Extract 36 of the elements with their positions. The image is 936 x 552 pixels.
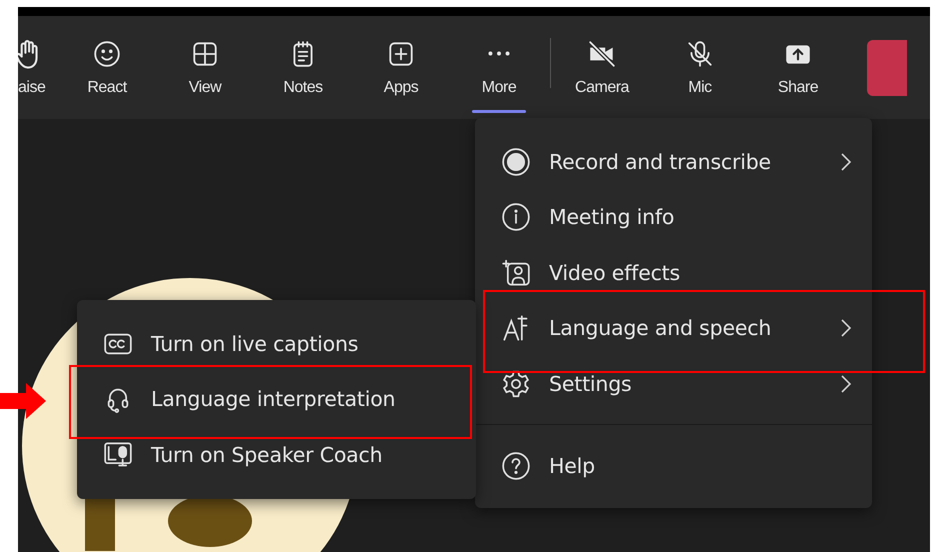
language-icon — [502, 314, 530, 342]
coach-icon — [104, 440, 132, 469]
menu-item-label: Settings — [549, 372, 632, 396]
toolbar-button[interactable]: Notes — [254, 16, 352, 119]
menu-item[interactable]: Meeting info — [475, 190, 872, 245]
menu-item[interactable]: Record and transcribe — [475, 134, 872, 190]
info-icon — [502, 203, 530, 232]
menu-item[interactable]: Help — [475, 438, 872, 494]
menu-item-label: Turn on Speaker Coach — [151, 442, 384, 467]
menu-item-label: Video effects — [549, 260, 682, 285]
menu-item[interactable]: Video effects — [475, 245, 872, 300]
toolbar-button[interactable]: Mic — [651, 16, 749, 119]
help-icon — [502, 452, 530, 480]
more-icon — [488, 50, 510, 56]
arrow-icon — [0, 383, 46, 419]
menu-item-label: Turn on live captions — [151, 332, 360, 356]
menu-item-label: Meeting info — [549, 205, 676, 230]
menu-item[interactable]: Settings — [475, 356, 872, 412]
toolbar-button[interactable]: More — [450, 16, 548, 119]
effects-icon — [502, 258, 530, 287]
toolbar-button[interactable]: Apps — [352, 16, 450, 119]
menu-item-label: Language interpretation — [151, 387, 396, 412]
call-control-button[interactable] — [867, 40, 907, 96]
toolbar-button[interactable]: aise — [18, 16, 58, 119]
hand-icon — [18, 38, 39, 68]
menu-item[interactable]: Language and speech — [475, 300, 872, 356]
menu-item-label: Help — [549, 454, 596, 478]
smile-icon — [92, 38, 122, 68]
menu-item[interactable]: Language interpretation — [77, 372, 476, 427]
record-icon — [502, 148, 530, 176]
toolbar-button[interactable]: React — [58, 16, 156, 119]
menu-item-label: Language and speech — [549, 316, 772, 340]
toolbar-button[interactable]: View — [156, 16, 254, 119]
menu-item-label: Record and transcribe — [549, 150, 772, 174]
camera-off-icon — [587, 38, 617, 68]
menu-item[interactable]: Turn on Speaker Coach — [77, 427, 476, 482]
